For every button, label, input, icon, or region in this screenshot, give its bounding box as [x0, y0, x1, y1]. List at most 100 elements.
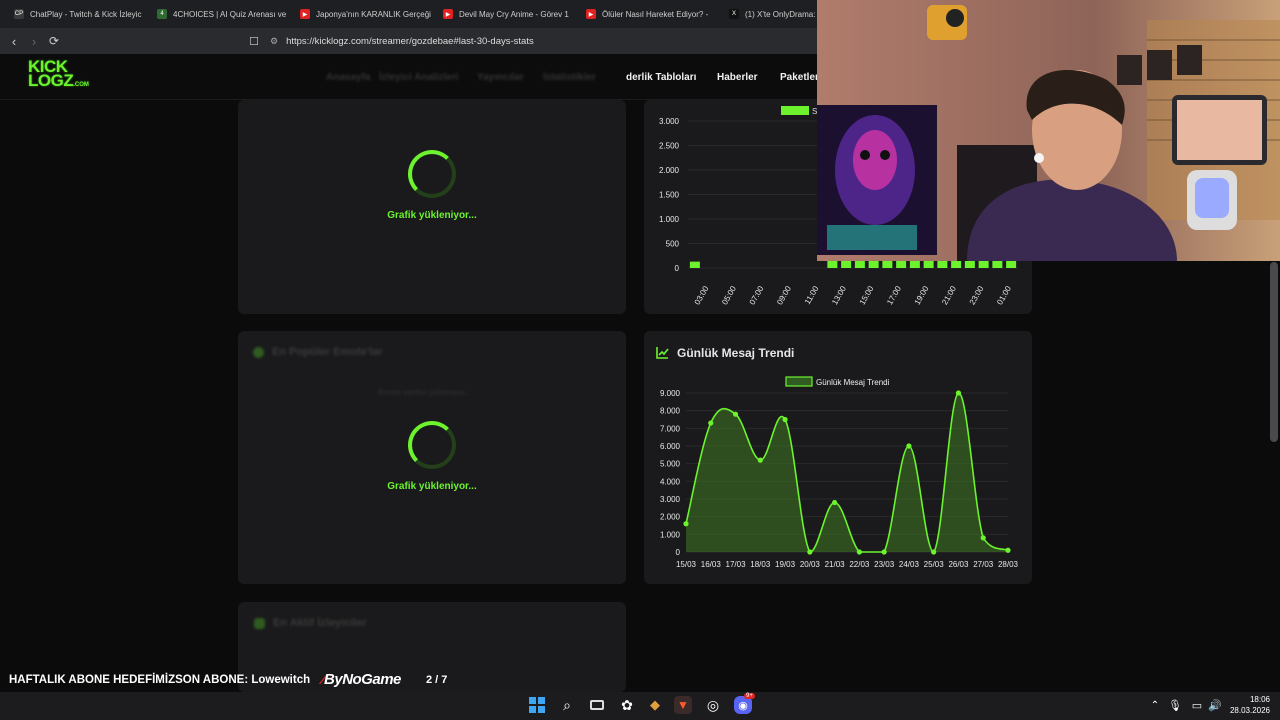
windows-start-icon[interactable]	[528, 696, 546, 714]
x-tick-label: 24/03	[899, 560, 920, 569]
browser-tab-label: (1) X'te OnlyDrama: "g	[745, 9, 825, 19]
bar	[827, 260, 838, 268]
nav-link[interactable]: Paketler	[780, 72, 819, 84]
nav-link[interactable]: Anasayfa	[326, 72, 370, 84]
page-scrollbar[interactable]	[1270, 262, 1278, 442]
x-tick-label: 26/03	[948, 560, 969, 569]
y-tick-label: 1.000	[660, 530, 681, 539]
x-tick-label: 17:00	[885, 284, 903, 306]
nav-link[interactable]: İstatistikler	[543, 72, 596, 84]
y-tick-label: 3.000	[659, 117, 680, 126]
data-point	[807, 549, 813, 555]
nav-link[interactable]: derlik Tabloları	[626, 72, 696, 84]
discord-icon[interactable]: ◉ 9+	[734, 693, 755, 714]
bar	[978, 260, 989, 268]
kicklogz-logo[interactable]: KICK LOGZ.COM	[28, 58, 89, 92]
discord-badge: 9+	[744, 693, 755, 699]
x-tick-label: 21/03	[825, 560, 846, 569]
y-tick-label: 2.000	[659, 166, 680, 175]
back-icon[interactable]: ‹	[4, 34, 24, 49]
data-point	[955, 390, 962, 396]
x-tick-label: 21:00	[940, 284, 958, 306]
nav-link[interactable]: Haberler	[717, 72, 758, 84]
loading-text: Grafik yükleniyor...	[387, 210, 477, 221]
chatgpt-icon[interactable]: ✿	[618, 696, 636, 714]
brave-browser-icon[interactable]: ▼	[674, 696, 692, 714]
x-tick-label: 03:00	[693, 284, 711, 306]
data-point	[757, 457, 763, 463]
monitor-icon[interactable]: ▭	[1188, 696, 1206, 714]
y-tick-label: 5.000	[660, 460, 681, 469]
search-icon[interactable]: ⌕	[558, 696, 576, 714]
x-tick-label: 19/03	[775, 560, 796, 569]
x-tick-label: 01:00	[995, 284, 1013, 306]
reload-icon[interactable]: ⟳	[44, 34, 64, 48]
forward-icon[interactable]: ›	[24, 34, 44, 49]
browser-tab[interactable]: CP ChatPlay - Twitch & Kick İzleyic	[4, 0, 147, 28]
data-point	[832, 499, 838, 506]
x-tick-label: 16/03	[701, 560, 722, 569]
data-point	[1005, 547, 1011, 553]
task-view-icon[interactable]	[588, 696, 606, 714]
logo-logz-text: LOGZ	[28, 71, 74, 90]
bynogame-logo: ⁄ByNoGame	[322, 671, 401, 688]
bar	[1006, 260, 1017, 268]
daily-message-trend-chart: Günlük Mesaj Trendi 9.000 8.000 7.000 6.000 5…	[660, 376, 1019, 569]
emotes-card-title: En Popüler Emote'lar	[253, 346, 383, 358]
tray-chevron-icon[interactable]: ⌃	[1146, 696, 1164, 714]
x-icon: X	[729, 9, 739, 19]
nav-link[interactable]: Yayıncılar	[477, 72, 524, 84]
browser-tab-label: Japonya'nın KARANLIK Gerçeği	[316, 9, 431, 19]
x-tick-label: 15/03	[676, 560, 697, 569]
loading-spinner	[408, 421, 456, 469]
x-tick-label: 20/03	[800, 560, 821, 569]
x-tick-label: 09:00	[775, 284, 793, 306]
chrome-icon[interactable]: ◎	[704, 696, 722, 714]
clock-date: 28.03.2026	[1229, 706, 1270, 715]
browser-tab-label: Ölüler Nasıl Hareket Ediyor? -	[602, 9, 709, 19]
y-tick-label: 4.000	[660, 477, 681, 486]
y-tick-label: 0	[675, 264, 680, 273]
x-tick-label: 18/03	[750, 560, 771, 569]
bar	[923, 260, 934, 268]
data-point	[708, 420, 714, 426]
area-fill	[686, 392, 1008, 552]
x-tick-label: 05:00	[720, 284, 738, 306]
chatplay-icon: CP	[14, 9, 24, 19]
y-tick-label: 3.000	[660, 495, 681, 504]
bookmark-icon[interactable]: ☐	[244, 35, 264, 48]
bar	[964, 260, 975, 268]
data-point	[732, 411, 739, 417]
youtube-icon: ▶	[300, 9, 310, 19]
data-point	[980, 535, 986, 541]
stream-goal-overlay: HAFTALIK ABONE HEDEFİMİZSON ABONE: Lowew…	[0, 668, 460, 710]
data-point	[782, 416, 788, 423]
browser-tab[interactable]: 4 4CHOICES | AI Quiz Arenası ve	[147, 0, 290, 28]
x-tick-label: 15:00	[858, 284, 876, 306]
browser-tab[interactable]: ▶ Ölüler Nasıl Hareket Ediyor? -	[576, 0, 719, 28]
volume-icon[interactable]: 🔊	[1206, 696, 1224, 714]
browser-tab[interactable]: ▶ Devil May Cry Anime - Görev 1	[433, 0, 576, 28]
url-text: https://kicklogz.com/streamer/gozdebae#l…	[286, 35, 534, 47]
y-tick-label: 2.000	[660, 513, 681, 522]
site-settings-icon[interactable]: ⚙	[270, 36, 278, 47]
browser-tab[interactable]: ▶ Japonya'nın KARANLIK Gerçeği	[290, 0, 433, 28]
microphone-icon[interactable]: 🎙	[1166, 696, 1184, 714]
data-point	[906, 443, 912, 449]
taskbar-clock[interactable]: 18:06 28.03.2026	[1226, 694, 1270, 716]
emote-icon	[253, 346, 264, 358]
clock-time: 18:06	[1249, 695, 1270, 704]
youtube-icon: ▶	[586, 9, 596, 19]
nav-link[interactable]: İzleyici Analizleri	[379, 72, 459, 84]
youtube-icon: ▶	[443, 9, 453, 19]
logo-suffix: .COM	[73, 82, 89, 88]
bar	[882, 260, 893, 268]
legend-swatch	[781, 106, 809, 115]
legend-swatch	[785, 376, 813, 387]
x-tick-label: 22/03	[849, 560, 870, 569]
url-field[interactable]: ⚙ https://kicklogz.com/streamer/gozdebae…	[270, 32, 534, 50]
browser-tab-label: 4CHOICES | AI Quiz Arenası ve	[173, 9, 287, 19]
browser-tab-label: Devil May Cry Anime - Görev 1	[459, 9, 569, 19]
y-tick-label: 8.000	[660, 407, 681, 416]
app-fox-icon[interactable]: ◆	[646, 696, 664, 714]
